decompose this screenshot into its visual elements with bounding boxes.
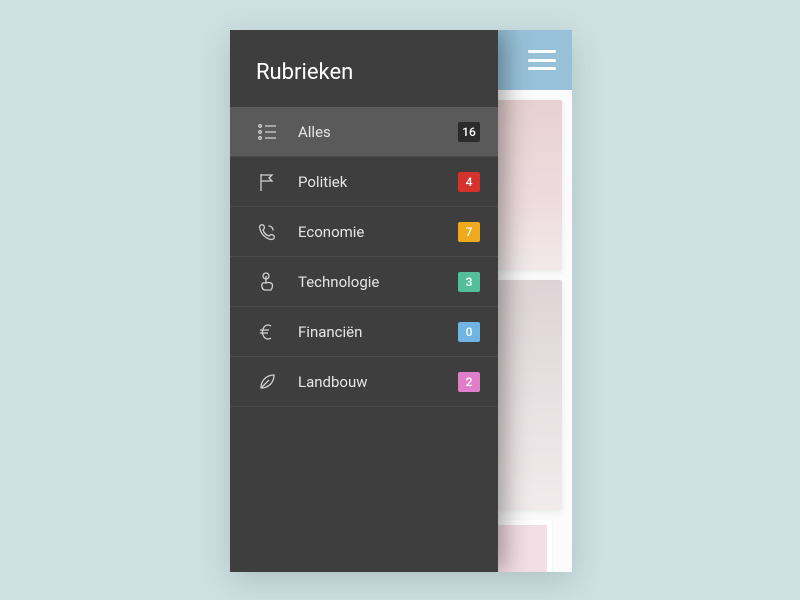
count-badge: 16 (458, 122, 480, 142)
menu-icon[interactable] (528, 50, 556, 70)
count-badge: 4 (458, 172, 480, 192)
phone-icon (256, 221, 278, 243)
count-badge: 2 (458, 372, 480, 392)
drawer-item-label: Politiek (298, 173, 458, 191)
drawer-item-alles[interactable]: Alles 16 (230, 107, 498, 157)
drawer-item-politiek[interactable]: Politiek 4 (230, 157, 498, 207)
drawer-item-label: Technologie (298, 273, 458, 291)
app-screen: Nam rutru Nam da sollicitu 10m Nam nisl … (230, 30, 572, 572)
nav-drawer: Rubrieken Alles 16 Politiek 4 (230, 30, 498, 572)
drawer-item-financien[interactable]: Financiën 0 (230, 307, 498, 357)
touch-icon (256, 271, 278, 293)
list-icon (256, 121, 278, 143)
count-badge: 0 (458, 322, 480, 342)
drawer-item-label: Financiën (298, 323, 458, 341)
drawer-item-label: Economie (298, 223, 458, 241)
drawer-item-landbouw[interactable]: Landbouw 2 (230, 357, 498, 407)
count-badge: 3 (458, 272, 480, 292)
drawer-item-label: Alles (298, 123, 458, 141)
euro-icon (256, 321, 278, 343)
drawer-item-technologie[interactable]: Technologie 3 (230, 257, 498, 307)
drawer-title: Rubrieken (230, 30, 498, 107)
drawer-item-economie[interactable]: Economie 7 (230, 207, 498, 257)
flag-icon (256, 171, 278, 193)
leaf-icon (256, 371, 278, 393)
drawer-item-label: Landbouw (298, 373, 458, 391)
count-badge: 7 (458, 222, 480, 242)
